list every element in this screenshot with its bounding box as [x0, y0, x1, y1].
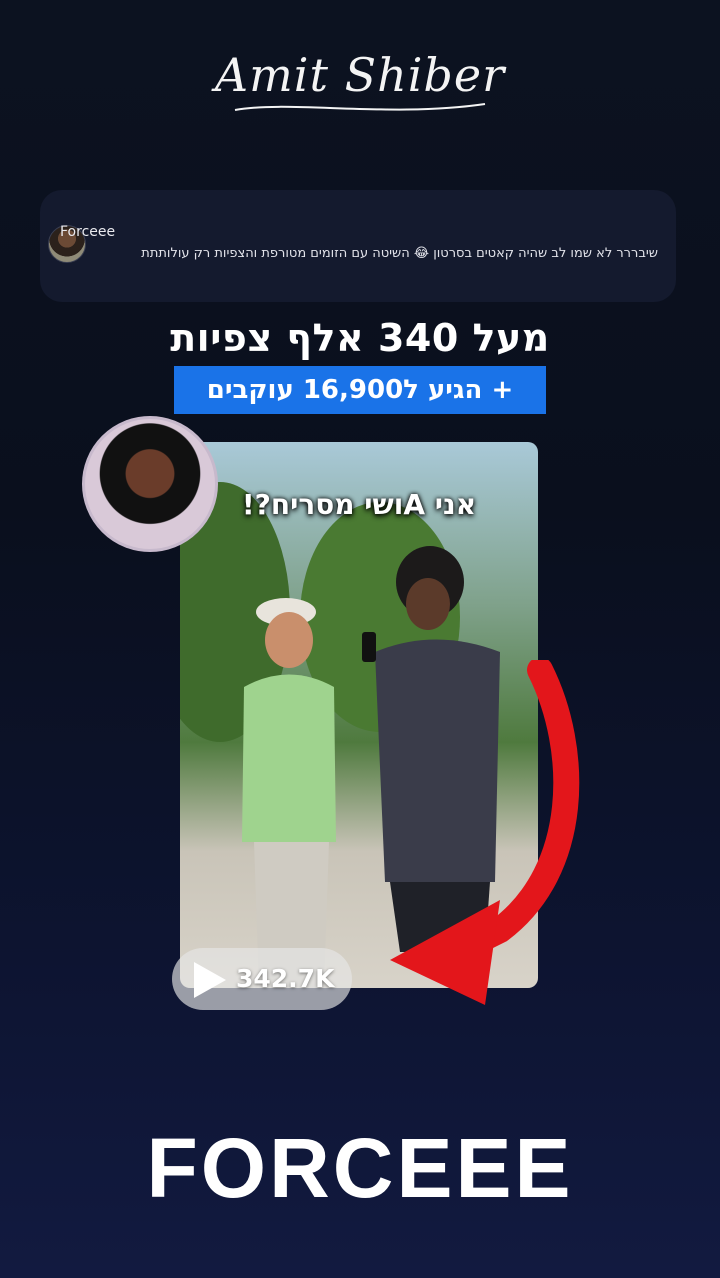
brand-name: FORCEEE — [146, 1121, 574, 1215]
play-icon — [194, 962, 226, 998]
person-green-shirt — [242, 598, 336, 988]
comment-username[interactable]: Forceee — [60, 224, 115, 240]
red-curved-arrow-icon — [390, 660, 580, 1005]
views-count: 342.7K — [236, 964, 335, 993]
followers-highlight: + הגיע ל16,900 עוקבים — [174, 366, 546, 414]
signature-underline-icon — [234, 103, 486, 111]
comment-text: שיבררר לא שמו לב שהיה קאטים בסרטון 😂 השי… — [141, 246, 658, 261]
followers-highlight-text: + הגיע ל16,900 עוקבים — [206, 375, 514, 405]
logo-signature: Amit Shiber — [0, 48, 720, 111]
views-badge: 342.7K — [172, 948, 352, 1010]
creator-avatar[interactable] — [82, 416, 218, 552]
video-caption: אני Aושי מסריח?! — [241, 488, 477, 521]
logo-text: Amit Shiber — [214, 48, 506, 102]
headline: מעל 340 אלף צפיות — [170, 316, 550, 360]
